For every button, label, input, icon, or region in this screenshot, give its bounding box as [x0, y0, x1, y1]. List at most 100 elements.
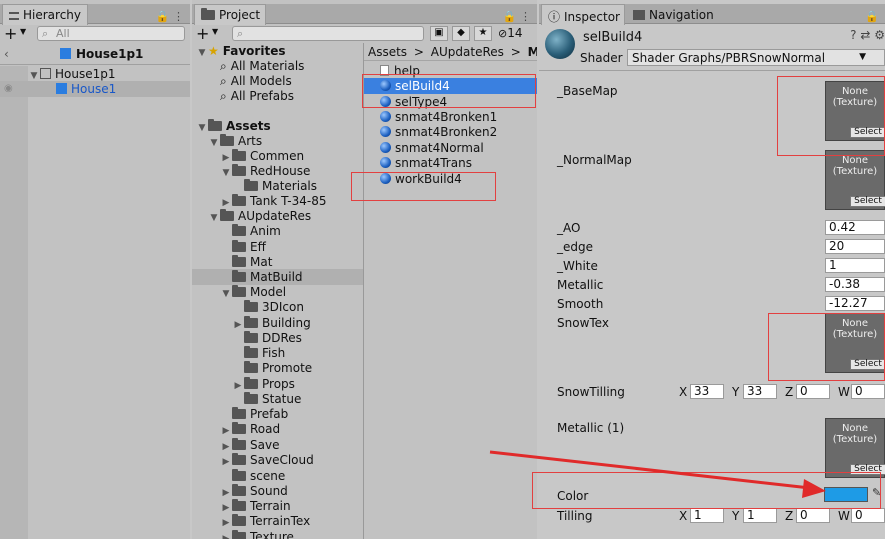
tree-folder[interactable]: Materials [244, 178, 317, 194]
eyedropper-icon[interactable]: ✎ [872, 486, 881, 499]
tree-folder[interactable]: ▼ Arts [208, 133, 262, 149]
favorites-item[interactable]: ⌕ All Materials [220, 58, 304, 74]
file-item[interactable]: snmat4Normal [380, 140, 484, 156]
tilling-w-field[interactable]: 0 [851, 508, 885, 523]
tree-folder[interactable]: ▶ Texture [220, 529, 294, 539]
snowtilling-y-field[interactable]: 33 [743, 384, 777, 399]
back-arrow-icon[interactable]: ‹ [4, 47, 9, 61]
white-field[interactable]: 1 [825, 258, 885, 273]
ao-field[interactable]: 0.42 [825, 220, 885, 235]
expand-arrow-icon[interactable]: ▼ [220, 165, 232, 181]
filter-by-label-icon[interactable]: ◆ [452, 26, 470, 41]
snowtilling-x-field[interactable]: 33 [690, 384, 724, 399]
select-button[interactable]: Select [850, 127, 885, 138]
hierarchy-item[interactable]: ◉ House1 [0, 81, 190, 97]
tree-folder[interactable]: ▶ Building [232, 315, 311, 331]
favorites-header[interactable]: ▼ ★ Favorites [196, 43, 286, 61]
tree-folder[interactable]: ▶ Sound [220, 483, 288, 499]
edge-field[interactable]: 20 [825, 239, 885, 254]
tilling-y-field[interactable]: 1 [743, 508, 777, 523]
filter-by-type-icon[interactable]: ▣ [430, 26, 448, 41]
search-input[interactable]: ⌕ All [37, 26, 185, 41]
collapse-arrow-icon[interactable]: ▶ [232, 378, 244, 394]
help-icon[interactable]: ? [850, 28, 856, 42]
expand-arrow-icon[interactable]: ▼ [208, 210, 220, 226]
tree-folder[interactable]: ▶ SaveCloud [220, 452, 314, 468]
expand-arrow-icon[interactable]: ▼ [220, 286, 232, 302]
tree-folder[interactable]: ▶ Road [220, 421, 280, 437]
tree-folder[interactable]: 3DIcon [244, 299, 304, 315]
header-tools[interactable]: ? ⇄ ⚙ [850, 28, 885, 42]
tab-inspector[interactable]: ⓘ Inspector [541, 4, 625, 25]
snowtilling-w-field[interactable]: 0 [851, 384, 885, 399]
tree-folder[interactable]: DDRes [244, 330, 302, 346]
tree-folder[interactable]: Mat [232, 254, 272, 270]
tree-folder[interactable]: Anim [232, 223, 281, 239]
tree-folder[interactable]: ▼ AUpdateRes [208, 208, 311, 224]
favorites-item[interactable]: ⌕ All Prefabs [220, 88, 294, 104]
tab-navigation[interactable]: Navigation [633, 8, 714, 22]
collapse-arrow-icon[interactable]: ▶ [220, 454, 232, 470]
metallic1-texture-slot[interactable]: None (Texture) Select [825, 418, 885, 478]
collapse-arrow-icon[interactable]: ▶ [220, 531, 232, 539]
basemap-texture-slot[interactable]: None (Texture) Select [825, 81, 885, 141]
assets-header[interactable]: ▼ Assets [196, 118, 271, 134]
tree-folder[interactable]: ▶ Commen [220, 148, 304, 164]
hierarchy-item[interactable]: ▼ House1p1 [28, 66, 190, 82]
tree-folder[interactable]: ▶ Terrain [220, 498, 291, 514]
gear-icon[interactable]: ⚙ [874, 28, 885, 42]
expand-arrow-icon[interactable]: ▼ [208, 135, 220, 151]
file-item[interactable]: snmat4Bronken1 [380, 109, 497, 125]
tree-folder[interactable]: ▼ RedHouse [220, 163, 310, 179]
preset-icon[interactable]: ⇄ [860, 28, 870, 42]
normalmap-texture-slot[interactable]: None (Texture) Select [825, 150, 885, 210]
tree-folder[interactable]: Prefab [232, 406, 288, 422]
tab-hierarchy[interactable]: Hierarchy [2, 4, 88, 25]
breadcrumb-item[interactable]: MatBu [528, 45, 537, 59]
add-icon[interactable]: + [4, 24, 17, 43]
favorites-item[interactable]: ⌕ All Models [220, 73, 292, 89]
tree-folder[interactable]: ▶ TerrainTex [220, 513, 310, 529]
project-search-input[interactable]: ⌕ [232, 26, 424, 41]
project-tab-controls[interactable]: 🔒 ⋮ [503, 10, 531, 23]
tree-folder-selected[interactable]: MatBuild [192, 269, 363, 285]
tree-folder[interactable]: ▶ Save [220, 437, 279, 453]
snowtilling-z-field[interactable]: 0 [796, 384, 830, 399]
chevron-down-icon[interactable]: ▼ [212, 27, 218, 36]
tree-folder[interactable]: ▶ Props [232, 376, 295, 392]
select-button[interactable]: Select [850, 464, 885, 475]
inspector-tab-controls[interactable]: 🔒 [865, 10, 879, 23]
collapse-arrow-icon[interactable]: ▶ [232, 317, 244, 333]
file-item[interactable]: help [380, 63, 420, 79]
tree-folder[interactable]: Statue [244, 391, 301, 407]
snowtex-texture-slot[interactable]: None (Texture) Select [825, 313, 885, 373]
expand-arrow-icon[interactable]: ▼ [196, 120, 208, 136]
color-swatch[interactable] [824, 487, 868, 502]
metallic-field[interactable]: -0.38 [825, 277, 885, 292]
visibility-icon[interactable]: ◉ [4, 81, 13, 97]
tree-folder[interactable]: Eff [232, 239, 266, 255]
tree-folder[interactable]: scene [232, 468, 285, 484]
breadcrumb-item[interactable]: AUpdateRes [431, 45, 504, 59]
tab-project[interactable]: Project [194, 4, 266, 25]
tilling-z-field[interactable]: 0 [796, 508, 830, 523]
favorite-star-icon[interactable]: ★ [474, 26, 492, 41]
select-button[interactable]: Select [850, 196, 885, 207]
select-button[interactable]: Select [850, 359, 885, 370]
chevron-down-icon[interactable]: ▼ [20, 27, 26, 36]
expand-arrow-icon[interactable]: ▼ [196, 45, 208, 61]
breadcrumb-item[interactable]: Assets [368, 45, 407, 59]
smooth-field[interactable]: -12.27 [825, 296, 885, 311]
hierarchy-tab-controls[interactable]: 🔒 ⋮ [156, 10, 184, 23]
tree-folder[interactable]: ▶ Tank T-34-85 [220, 193, 327, 209]
tree-folder[interactable]: ▼ Model [220, 284, 286, 300]
file-item[interactable]: workBuild4 [380, 171, 462, 187]
tree-folder[interactable]: Fish [244, 345, 285, 361]
file-item[interactable]: snmat4Trans [380, 155, 472, 171]
hidden-packages-toggle[interactable]: ⊘14 [498, 26, 523, 40]
tilling-x-field[interactable]: 1 [690, 508, 724, 523]
file-item[interactable]: snmat4Bronken2 [380, 124, 497, 140]
file-item[interactable]: selType4 [380, 94, 447, 110]
tree-folder[interactable]: Promote [244, 360, 312, 376]
file-item-selected[interactable]: selBuild4 [364, 78, 537, 94]
